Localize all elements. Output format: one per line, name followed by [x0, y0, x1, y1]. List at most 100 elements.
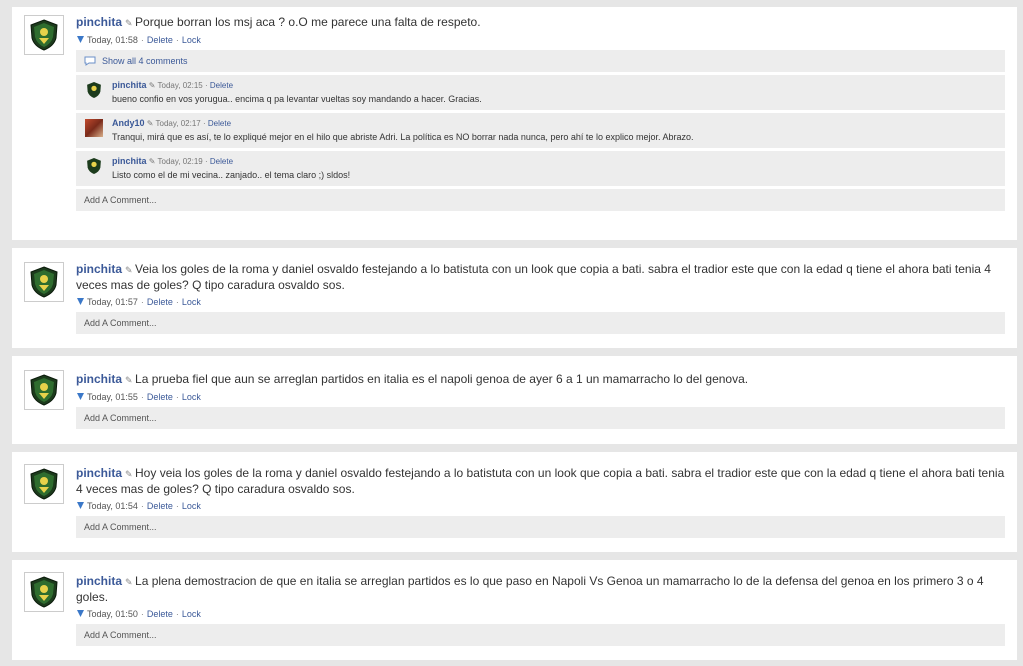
pencil-icon: ✎: [125, 18, 133, 28]
username-link[interactable]: pinchita: [76, 466, 122, 480]
separator: ·: [140, 392, 144, 402]
shield-logo-icon: [87, 82, 101, 98]
add-comment-box[interactable]: Add A Comment...: [76, 189, 1005, 211]
comment-delete-link[interactable]: Delete: [210, 157, 233, 166]
delete-link[interactable]: Delete: [147, 609, 173, 619]
post-time: Today, 01:54: [87, 501, 138, 511]
post-time: Today, 01:57: [87, 297, 138, 307]
separator: ·: [175, 609, 179, 619]
shield-logo-icon: [30, 374, 58, 406]
status-text: Veia los goles de la roma y daniel osval…: [76, 262, 991, 292]
flag-icon: [77, 36, 84, 43]
separator: ·: [175, 501, 179, 511]
shield-logo-icon: [30, 576, 58, 608]
add-comment-label: Add A Comment...: [84, 630, 157, 640]
separator: ·: [140, 35, 144, 45]
status-feed: pinchita ✎ Porque borran los msj aca ? o.O…: [0, 0, 1023, 666]
status-post: pinchita ✎ Veia los goles de la roma y dan…: [12, 248, 1017, 348]
separator: ·: [204, 81, 208, 90]
lock-link[interactable]: Lock: [182, 392, 201, 402]
comment-text: bueno confio en vos yorugua.. encima q p…: [112, 94, 482, 104]
post-time: Today, 01:55: [87, 392, 138, 402]
comment-avatar[interactable]: [84, 80, 104, 100]
status-text: Hoy veia los goles de la roma y daniel o…: [76, 466, 1005, 496]
separator: ·: [140, 609, 144, 619]
lock-link[interactable]: Lock: [182, 35, 201, 45]
shield-logo-icon: [30, 266, 58, 298]
comment-bubble-icon: [84, 56, 96, 66]
status-post: pinchita ✎ La prueba fiel que aun se arreg…: [12, 356, 1017, 444]
flag-icon: [77, 610, 84, 617]
show-all-label: Show all 4 comments: [102, 56, 188, 66]
comment-item: pinchita ✎ Today, 02:19 · Delete Listo c…: [76, 151, 1005, 186]
comment-item: pinchita ✎ Today, 02:15 · Delete bueno c…: [76, 75, 1005, 110]
pencil-icon: ✎: [125, 375, 133, 385]
add-comment-label: Add A Comment...: [84, 318, 157, 328]
username-link[interactable]: pinchita: [76, 262, 122, 276]
delete-link[interactable]: Delete: [147, 35, 173, 45]
add-comment-box[interactable]: Add A Comment...: [76, 312, 1005, 334]
flag-icon: [77, 298, 84, 305]
comment-username[interactable]: pinchita: [112, 80, 147, 90]
delete-link[interactable]: Delete: [147, 501, 173, 511]
pencil-icon: ✎: [125, 469, 133, 479]
separator: ·: [175, 392, 179, 402]
comment-delete-link[interactable]: Delete: [210, 81, 233, 90]
separator: ·: [204, 157, 208, 166]
shield-logo-icon: [30, 468, 58, 500]
separator: ·: [175, 35, 179, 45]
flag-icon: [77, 502, 84, 509]
separator: ·: [202, 119, 206, 128]
username-link[interactable]: pinchita: [76, 372, 122, 386]
comment-username[interactable]: Andy10: [112, 118, 145, 128]
lock-link[interactable]: Lock: [182, 501, 201, 511]
pencil-icon: ✎: [125, 577, 133, 587]
add-comment-box[interactable]: Add A Comment...: [76, 516, 1005, 538]
comment-time: Today, 02:19: [157, 157, 203, 166]
add-comment-label: Add A Comment...: [84, 522, 157, 532]
username-link[interactable]: pinchita: [76, 574, 122, 588]
status-post: pinchita ✎ Porque borran los msj aca ? o.O…: [12, 7, 1017, 240]
add-comment-label: Add A Comment...: [84, 195, 157, 205]
avatar[interactable]: [24, 262, 64, 302]
add-comment-box[interactable]: Add A Comment...: [76, 407, 1005, 429]
comment-username[interactable]: pinchita: [112, 156, 147, 166]
user-photo: [85, 119, 103, 137]
comment-delete-link[interactable]: Delete: [208, 119, 231, 128]
separator: ·: [140, 297, 144, 307]
post-time: Today, 01:50: [87, 609, 138, 619]
username-link[interactable]: pinchita: [76, 15, 122, 29]
status-text: La prueba fiel que aun se arreglan parti…: [135, 372, 749, 386]
status-text: La plena demostracion de que en italia s…: [76, 574, 984, 604]
post-time: Today, 01:58: [87, 35, 138, 45]
delete-link[interactable]: Delete: [147, 297, 173, 307]
show-all-comments-link[interactable]: Show all 4 comments: [76, 50, 1005, 72]
lock-link[interactable]: Lock: [182, 609, 201, 619]
comment-text: Tranqui, mirá que es así, te lo expliqué…: [112, 132, 694, 142]
avatar[interactable]: [24, 15, 64, 55]
comment-avatar[interactable]: [84, 118, 104, 138]
add-comment-label: Add A Comment...: [84, 413, 157, 423]
flag-icon: [77, 393, 84, 400]
shield-logo-icon: [87, 158, 101, 174]
delete-link[interactable]: Delete: [147, 392, 173, 402]
comment-time: Today, 02:17: [155, 119, 201, 128]
avatar[interactable]: [24, 370, 64, 410]
status-text: Porque borran los msj aca ? o.O me parec…: [135, 15, 481, 29]
pencil-icon: ✎: [148, 81, 156, 90]
status-post: pinchita ✎ Hoy veia los goles de la roma y…: [12, 452, 1017, 552]
avatar[interactable]: [24, 464, 64, 504]
comment-item: Andy10 ✎ Today, 02:17 · Delete Tranqui, …: [76, 113, 1005, 148]
avatar[interactable]: [24, 572, 64, 612]
separator: ·: [140, 501, 144, 511]
comment-avatar[interactable]: [84, 156, 104, 176]
pencil-icon: ✎: [148, 157, 156, 166]
pencil-icon: ✎: [125, 265, 133, 275]
add-comment-box[interactable]: Add A Comment...: [76, 624, 1005, 646]
shield-logo-icon: [30, 19, 58, 51]
pencil-icon: ✎: [146, 119, 154, 128]
separator: ·: [175, 297, 179, 307]
status-post: pinchita ✎ La plena demostracion de que en…: [12, 560, 1017, 660]
lock-link[interactable]: Lock: [182, 297, 201, 307]
comment-text: Listo como el de mi vecina.. zanjado.. e…: [112, 170, 351, 180]
